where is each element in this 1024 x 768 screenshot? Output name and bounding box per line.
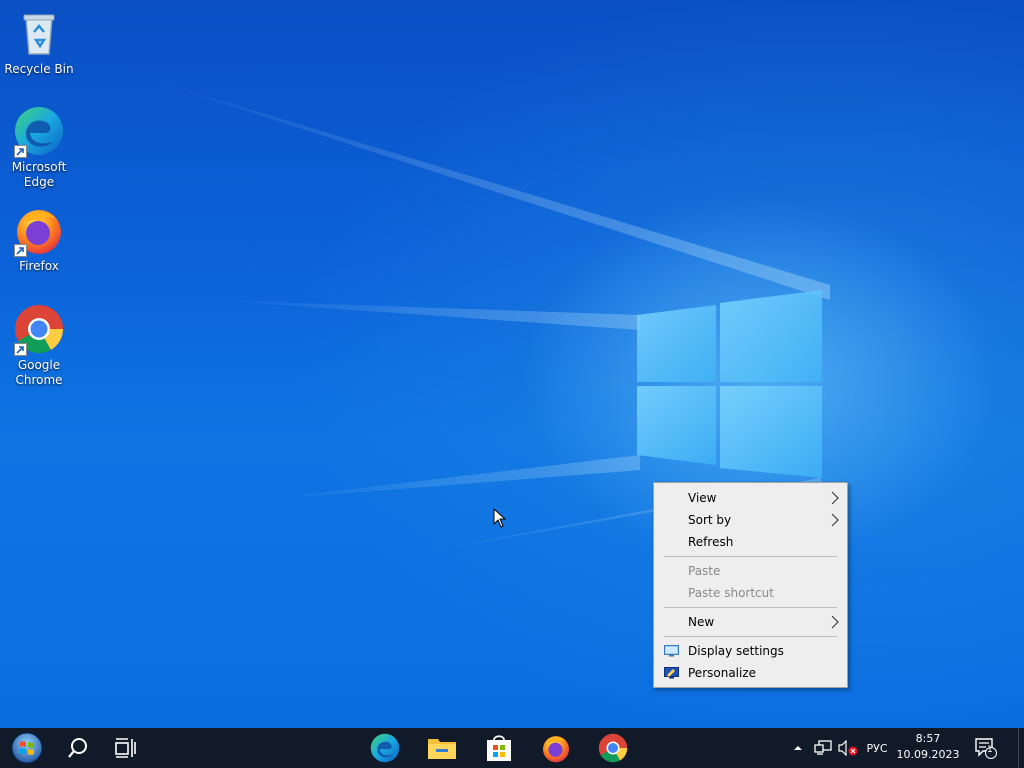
desktop-icon-microsoft-edge[interactable]: Microsoft Edge	[1, 104, 77, 190]
menu-item-label: Paste shortcut	[688, 586, 774, 600]
desktop-icon-label: Microsoft	[11, 160, 67, 174]
chevron-right-icon	[831, 491, 839, 505]
menu-item-refresh[interactable]: Refresh	[654, 531, 847, 553]
tray-language-button[interactable]: РУС	[862, 728, 892, 768]
taskbar-app-store[interactable]	[476, 728, 522, 768]
chrome-icon	[12, 302, 66, 356]
language-indicator: РУС	[866, 741, 888, 755]
file-explorer-icon	[428, 739, 456, 759]
windows-logo-wallpaper	[637, 290, 822, 478]
shortcut-arrow-icon	[14, 244, 27, 257]
taskbar-app-chrome[interactable]	[590, 728, 636, 768]
chevron-right-icon	[831, 615, 839, 629]
menu-item-label: Paste	[688, 564, 721, 578]
start-button[interactable]	[4, 728, 50, 768]
notification-icon	[975, 738, 997, 759]
chevron-right-icon	[831, 513, 839, 527]
taskbar-app-file-explorer[interactable]	[419, 728, 465, 768]
search-icon	[68, 738, 87, 758]
menu-item-view[interactable]: View	[654, 487, 847, 509]
chevron-up-icon	[794, 746, 802, 750]
menu-separator	[664, 636, 837, 637]
firefox-icon	[12, 203, 66, 257]
desktop-context-menu: View Sort by Refresh Paste Paste shortcu…	[653, 482, 848, 688]
menu-separator	[664, 556, 837, 557]
shortcut-arrow-icon	[14, 343, 27, 356]
chrome-icon	[598, 733, 628, 763]
desktop-icon-label: Google	[17, 358, 61, 372]
desktop-icon-label: Recycle Bin	[4, 62, 74, 76]
desktop-icon-recycle-bin[interactable]: Recycle Bin	[1, 6, 77, 77]
edge-icon	[370, 733, 400, 763]
network-icon	[814, 740, 832, 755]
show-desktop-button[interactable]	[1018, 728, 1024, 768]
menu-item-personalize[interactable]: Personalize	[654, 662, 847, 684]
task-view-button[interactable]	[104, 728, 148, 768]
tray-volume-button[interactable]	[836, 728, 860, 768]
desktop-icon-label: Edge	[23, 175, 55, 189]
menu-item-new[interactable]: New	[654, 611, 847, 633]
volume-muted-icon	[838, 740, 858, 756]
tray-network-button[interactable]	[810, 728, 836, 768]
menu-item-label: Personalize	[688, 666, 757, 680]
menu-item-label: View	[688, 491, 717, 505]
taskbar-app-edge[interactable]	[362, 728, 408, 768]
task-view-icon	[115, 738, 136, 758]
clock-date: 10.09.2023	[896, 748, 960, 761]
notification-count-badge: 1	[987, 745, 993, 755]
start-icon	[11, 732, 43, 764]
desktop[interactable]: Recycle Bin Microsoft Edge Firefox Googl…	[0, 0, 1024, 728]
tray-overflow-button[interactable]	[789, 728, 807, 768]
search-button[interactable]	[56, 728, 100, 768]
mouse-cursor-icon	[493, 508, 507, 528]
clock-time: 8:57	[915, 732, 941, 745]
desktop-icon-label: Firefox	[19, 259, 59, 273]
menu-item-display-settings[interactable]: Display settings	[654, 640, 847, 662]
recycle-bin-icon	[12, 6, 66, 60]
taskbar: РУС 8:57 10.09.2023 1	[0, 728, 1024, 768]
firefox-icon	[542, 736, 570, 763]
menu-separator	[664, 607, 837, 608]
edge-icon	[12, 104, 66, 158]
shortcut-arrow-icon	[14, 145, 27, 158]
menu-item-paste-shortcut: Paste shortcut	[654, 582, 847, 604]
menu-item-sort-by[interactable]: Sort by	[654, 509, 847, 531]
taskbar-clock[interactable]: 8:57 10.09.2023	[893, 731, 963, 763]
menu-item-label: Display settings	[688, 644, 784, 658]
menu-item-label: New	[688, 615, 715, 629]
personalize-icon	[664, 667, 679, 679]
desktop-icon-firefox[interactable]: Firefox	[1, 203, 77, 274]
store-icon	[487, 735, 511, 761]
display-icon	[664, 645, 679, 657]
menu-item-label: Refresh	[688, 535, 734, 549]
menu-item-label: Sort by	[688, 513, 732, 527]
taskbar-app-firefox[interactable]	[533, 728, 579, 768]
menu-item-paste: Paste	[654, 560, 847, 582]
desktop-icon-google-chrome[interactable]: Google Chrome	[1, 302, 77, 388]
desktop-icon-label: Chrome	[15, 373, 63, 387]
action-center-button[interactable]: 1	[968, 728, 1002, 768]
